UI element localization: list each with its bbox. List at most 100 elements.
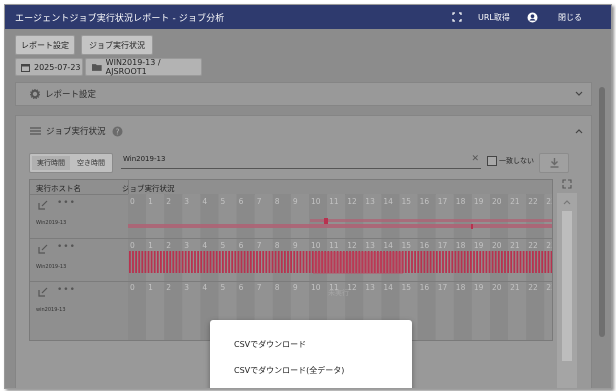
job-bar [501,251,503,273]
job-bar [408,251,410,273]
job-bar [271,251,274,273]
hour-label: 8 [275,241,280,250]
download-button[interactable] [539,153,569,173]
host-row: ••• Win2019-13 [30,242,128,278]
job-bar [494,251,497,273]
job-bar [225,251,227,273]
calendar-icon [21,63,30,72]
job-bar [310,219,552,222]
host-row: ••• Win2019-13 [30,198,128,234]
job-bar [302,251,305,273]
hour-label: 9 [293,283,298,292]
job-bar [178,251,181,273]
report-settings-panel[interactable]: レポート設定 [15,82,592,106]
edit-icon[interactable] [38,287,48,297]
job-bar [132,251,134,273]
hour-label: 5 [221,197,226,206]
job-bar [479,251,482,273]
row-divider [30,281,552,282]
job-bar [253,251,255,273]
job-bar [488,251,491,273]
date-chip[interactable]: 2025-07-23 [15,58,83,76]
job-bar [313,252,403,274]
job-bar [147,251,150,273]
hour-label: 9 [293,241,298,250]
job-bar [471,224,473,229]
job-bar [135,251,137,273]
hour-label: 7 [257,197,262,206]
job-bar [249,251,252,273]
job-bar [172,251,175,273]
hour-label: 18 [456,197,466,206]
job-bar [404,251,407,273]
job-bar [246,251,249,273]
hour-label: 1 [148,241,153,250]
report-settings-button[interactable]: レポート設定 [15,35,75,55]
edit-icon[interactable] [38,244,48,254]
job-bar [414,251,416,273]
job-bar [466,251,469,273]
job-bar [463,251,466,273]
timeline-canvas: 0123456789101112131415161718192021222301… [128,194,552,340]
more-icon[interactable]: ••• [57,198,76,208]
exact-match-checkbox[interactable] [487,156,497,166]
filter-input[interactable]: Win2019-13 ✕ [121,154,481,169]
folder-chip[interactable]: WIN2019-13 / AJSROOT1 [85,58,202,76]
url-button[interactable]: URL取得 [478,9,510,25]
job-bar [280,251,283,273]
job-bar [277,251,280,273]
hour-label: 10 [311,241,321,250]
hour-label: 8 [275,283,280,292]
job-status-button[interactable]: ジョブ実行状況 [81,35,153,55]
chevron-down-icon[interactable] [575,91,583,97]
clear-icon[interactable]: ✕ [471,154,479,164]
hour-label: 2 [166,197,171,206]
job-bar [457,251,460,273]
report-settings-title: レポート設定 [45,90,97,100]
job-bar [532,251,534,273]
hour-label: 19 [474,241,484,250]
job-bar [228,251,230,273]
job-bar [547,251,550,273]
expand-icon[interactable] [562,179,572,189]
hour-label: 14 [383,197,393,206]
more-icon[interactable]: ••• [57,242,76,252]
edit-icon[interactable] [38,200,48,210]
hour-label: 0 [130,241,135,250]
hour-label: 3 [184,241,189,250]
inner-scrollbar[interactable] [557,193,577,388]
hour-label: 6 [239,241,244,250]
tab-execution-time[interactable]: 実行時間 [32,156,70,170]
job-bar [206,251,209,273]
menu-item-csv-all[interactable]: CSVでダウンロード(全データ) [234,365,344,376]
page-scrollbar-thumb[interactable] [599,87,605,337]
scroll-up-icon[interactable] [563,199,571,205]
close-window-button[interactable]: 閉じる [558,9,582,25]
job-status-title: ジョブ実行状況 [46,127,106,137]
hour-label: 7 [257,283,262,292]
job-bar [439,251,441,273]
job-bar [528,251,531,273]
hour-column [218,194,237,340]
tab-idle-time[interactable]: 空き時間 [72,156,110,170]
account-button[interactable] [527,9,538,25]
job-bar [535,251,537,273]
chevron-up-icon[interactable] [575,128,583,134]
help-icon[interactable]: ? [112,126,123,137]
hour-label: 2 [166,241,171,250]
hour-label: 7 [257,241,262,250]
fullscreen-button[interactable] [452,9,462,25]
download-icon [550,158,558,168]
job-bar [454,251,457,273]
job-bar [296,251,299,273]
hour-label: 9 [293,197,298,206]
inner-scrollbar-thumb[interactable] [562,211,572,361]
job-bar [166,251,168,273]
job-bar [160,251,162,273]
more-icon[interactable]: ••• [57,285,76,295]
menu-item-csv[interactable]: CSVでダウンロード [234,339,306,350]
job-bar [141,251,144,273]
hour-label: 21 [510,197,520,206]
job-bar [324,218,328,224]
hour-label: 13 [365,197,375,206]
